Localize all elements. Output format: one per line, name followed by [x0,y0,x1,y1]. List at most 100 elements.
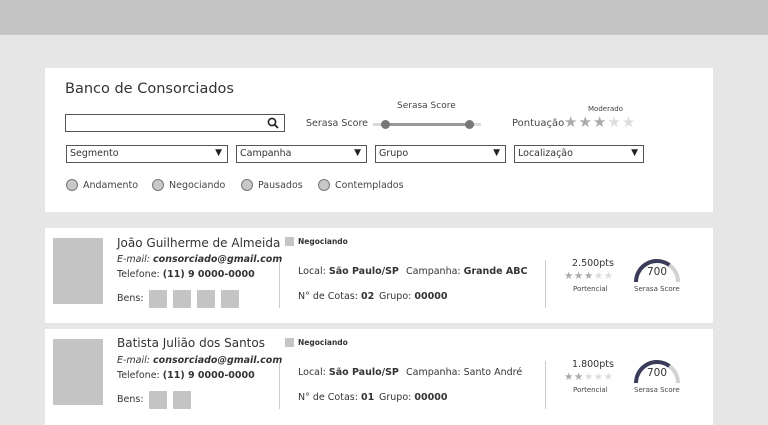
campanha-value: Grande ABC [463,266,528,277]
divider [279,258,280,308]
points-value: 1.800pts [572,359,614,370]
cotas-value: 01 [360,392,375,403]
serasa-score-value: 700 [646,367,668,379]
bem-thumbnail[interactable] [173,290,191,308]
phone-value: (11) 9 0000-0000 [162,269,255,280]
star-icon: ★ [593,371,604,383]
star-icon[interactable]: ★ [593,113,607,131]
star-icon[interactable]: ★ [607,113,621,131]
status-badge: Negociando [285,237,348,246]
star-icon: ★ [564,270,574,282]
serasa-slider-max-handle[interactable] [465,120,474,129]
pontuacao-rating-text: Moderado [588,105,623,113]
grupo-info: Grupo: 00000 [379,291,447,302]
grupo-info: Grupo: 00000 [379,392,447,403]
grupo-label: Grupo: [379,392,412,403]
serasa-score-label: Serasa Score [306,118,369,129]
star-icon[interactable]: ★ [622,113,636,131]
chevron-down-icon: ▼ [354,148,361,158]
star-icon: ★ [583,270,594,282]
divider [545,361,546,409]
campanha-select[interactable]: Campanha ▼ [236,145,367,163]
localizacao-select-value: Localização [518,148,573,159]
campanha-select-value: Campanha [240,148,292,159]
potencial-label: Portencial [573,285,608,293]
divider [545,260,546,308]
consorciado-card[interactable]: João Guilherme de Almeida Negociando E-m… [45,228,713,323]
star-icon: ★ [573,270,584,282]
campanha-info: Campanha: Santo André [406,367,522,378]
filter-panel: Banco de Consorciados Serasa Score Seras… [45,68,713,212]
star-icon: ★ [593,270,604,282]
campanha-value: Santo André [463,367,523,378]
campanha-info: Campanha: Grande ABC [406,266,527,277]
status-badge-text: Negociando [298,237,348,246]
cotas-label: N° de Cotas: [298,392,358,403]
radio-circle[interactable] [318,179,330,191]
bem-thumbnail[interactable] [149,391,167,409]
potencial-stars: ★★★★★ [564,270,614,282]
status-badge: Negociando [285,338,348,347]
star-icon: ★ [603,371,614,383]
serasa-score-header: Serasa Score [397,101,456,111]
local-info: Local: São Paulo/SP [298,266,399,277]
phone-line: Telefone: (11) 9 0000-0000 [117,269,255,280]
bem-thumbnail[interactable] [173,391,191,409]
serasa-slider-range [385,123,471,126]
status-badge-square [285,338,294,347]
serasa-score-label: Serasa Score [634,386,680,394]
star-icon[interactable]: ★ [578,113,592,131]
pontuacao-label: Pontuação [512,118,565,129]
grupo-select-value: Grupo [379,148,409,159]
star-icon[interactable]: ★ [564,113,578,131]
email-label: E-mail: [117,254,150,265]
bens-label: Bens: [117,394,144,405]
email-value: consorciado@gmail.com [153,355,283,366]
phone-line: Telefone: (11) 9 0000-0000 [117,370,255,381]
status-radio-label: Contemplados [335,179,404,191]
status-radio-label: Negociando [169,179,226,191]
radio-circle[interactable] [66,179,78,191]
star-icon: ★ [603,270,614,282]
campanha-label: Campanha: [406,266,461,277]
cotas-label: N° de Cotas: [298,291,358,302]
star-icon: ★ [564,371,574,383]
consorciado-photo [53,339,103,405]
cotas-info: N° de Cotas: 01 [298,392,374,403]
potencial-stars: ★★★★★ [564,371,614,383]
segmento-select-value: Segmento [70,148,119,159]
cotas-info: N° de Cotas: 02 [298,291,374,302]
star-icon: ★ [583,371,594,383]
local-label: Local: [298,266,326,277]
grupo-select[interactable]: Grupo ▼ [375,145,506,163]
status-radio-label: Pausados [258,179,303,191]
status-radio-label: Andamento [83,179,139,191]
status-radio-andamento[interactable]: Andamento [66,179,138,191]
localizacao-select[interactable]: Localização ▼ [514,145,644,163]
status-radio-negociando[interactable]: Negociando [152,179,225,191]
pontuacao-stars[interactable]: ★★★★★ [564,114,636,130]
bem-thumbnail[interactable] [197,290,215,308]
points-value: 2.500pts [572,258,614,269]
status-radio-pausados[interactable]: Pausados [241,179,303,191]
local-value: São Paulo/SP [328,367,399,378]
local-info: Local: São Paulo/SP [298,367,399,378]
email-line: E-mail: consorciado@gmail.com [117,355,282,366]
status-radio-contemplados[interactable]: Contemplados [318,179,404,191]
campanha-label: Campanha: [406,367,461,378]
local-label: Local: [298,367,326,378]
email-label: E-mail: [117,355,150,366]
cotas-value: 02 [360,291,375,302]
serasa-slider-min-handle[interactable] [381,120,390,129]
search-icon[interactable] [267,117,279,129]
radio-circle[interactable] [241,179,253,191]
phone-label: Telefone: [117,370,160,381]
search-input[interactable] [65,114,285,132]
consorciado-name: Batista Julião dos Santos [117,336,265,350]
segmento-select[interactable]: Segmento ▼ [66,145,228,163]
bem-thumbnail[interactable] [221,290,239,308]
radio-circle[interactable] [152,179,164,191]
bem-thumbnail[interactable] [149,290,167,308]
grupo-value: 00000 [414,291,448,302]
consorciado-card[interactable]: Batista Julião dos Santos Negociando E-m… [45,329,713,425]
